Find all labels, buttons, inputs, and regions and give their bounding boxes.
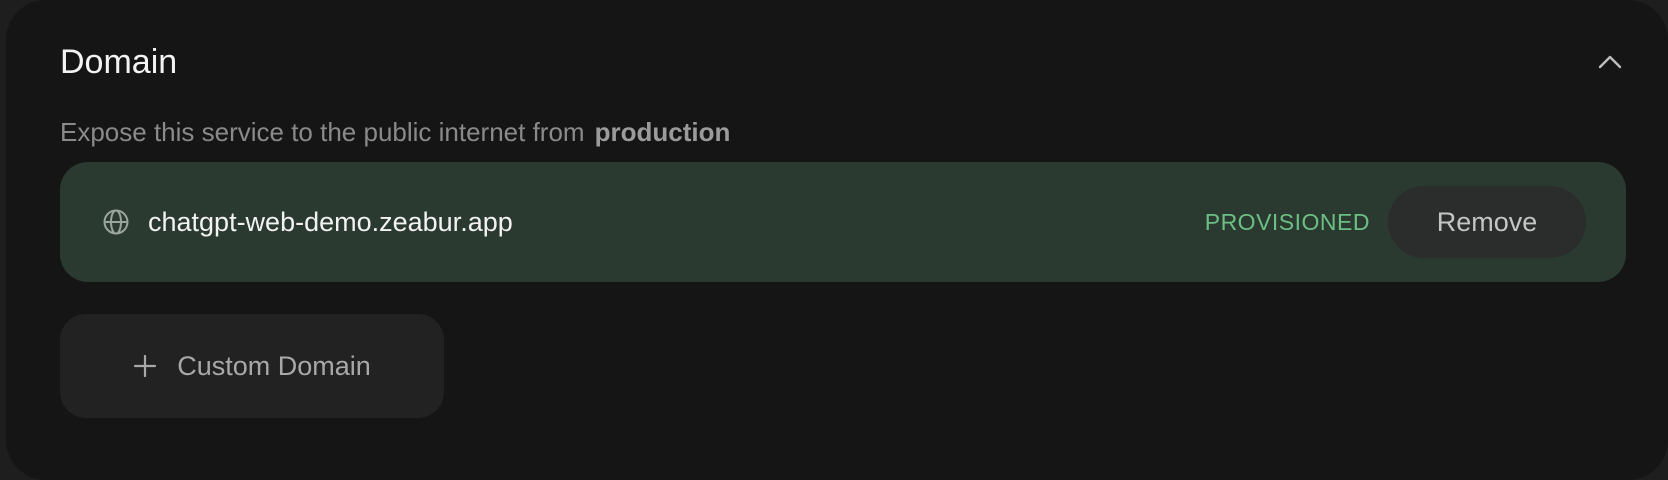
plus-icon <box>134 354 157 378</box>
status-badge: PROVISIONED <box>1204 209 1370 235</box>
globe-icon <box>103 209 129 235</box>
custom-domain-label: Custom Domain <box>177 350 371 381</box>
domain-row: chatgpt-web-demo.zeabur.app PROVISIONED … <box>60 162 1626 282</box>
domain-card: Domain Expose this service to the public… <box>6 0 1668 480</box>
domain-name[interactable]: chatgpt-web-demo.zeabur.app <box>148 202 513 242</box>
collapse-button[interactable] <box>1592 44 1628 80</box>
section-description: Expose this service to the public intern… <box>60 114 730 150</box>
add-custom-domain-button[interactable]: Custom Domain <box>60 314 444 418</box>
description-text: Expose this service to the public intern… <box>60 117 585 147</box>
chevron-up-icon <box>1598 55 1622 69</box>
remove-button[interactable]: Remove <box>1388 186 1586 258</box>
section-title: Domain <box>60 43 178 81</box>
environment-name: production <box>594 117 731 147</box>
